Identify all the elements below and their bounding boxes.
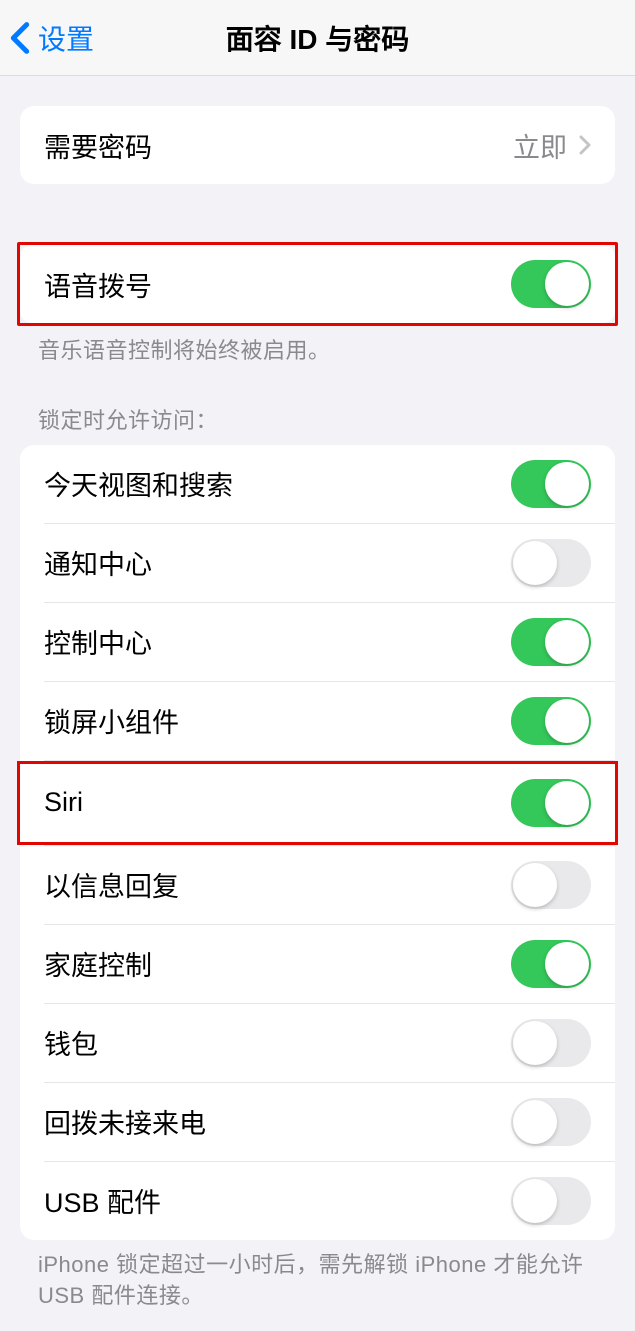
home-control-row: 家庭控制 (20, 925, 615, 1003)
require-passcode-value: 立即 (513, 126, 567, 165)
lock-access-group: 今天视图和搜索 通知中心 控制中心 锁屏小组件 (20, 445, 615, 1240)
usb-accessories-toggle[interactable] (511, 1177, 591, 1225)
chevron-left-icon (10, 21, 30, 55)
back-label: 设置 (38, 18, 94, 58)
return-missed-calls-label: 回拨未接来电 (44, 1102, 206, 1141)
today-view-row: 今天视图和搜索 (20, 445, 615, 523)
notification-center-row: 通知中心 (20, 524, 615, 602)
voice-dial-footer: 音乐语音控制将始终被启用。 (0, 326, 635, 367)
notification-center-label: 通知中心 (44, 543, 152, 582)
lock-screen-widgets-toggle[interactable] (511, 697, 591, 745)
lock-access-header: 锁定时允许访问： (0, 403, 635, 445)
wallet-toggle[interactable] (511, 1019, 591, 1067)
back-button[interactable]: 设置 (10, 18, 94, 58)
today-view-toggle[interactable] (511, 460, 591, 508)
control-center-toggle[interactable] (511, 618, 591, 666)
usb-accessories-footer: iPhone 锁定超过一小时后，需先解锁 iPhone 才能允许 USB 配件连… (0, 1240, 635, 1312)
today-view-label: 今天视图和搜索 (44, 464, 233, 503)
navigation-bar: 设置 面容 ID 与密码 (0, 0, 635, 76)
wallet-row: 钱包 (20, 1004, 615, 1082)
require-passcode-row[interactable]: 需要密码 立即 (20, 106, 615, 184)
voice-dial-label: 语音拨号 (44, 265, 152, 304)
usb-accessories-label: USB 配件 (44, 1181, 161, 1220)
voice-dial-row: 语音拨号 (20, 245, 615, 323)
home-control-label: 家庭控制 (44, 944, 152, 983)
lock-screen-widgets-row: 锁屏小组件 (20, 682, 615, 760)
reply-with-message-label: 以信息回复 (44, 865, 179, 904)
return-missed-calls-row: 回拨未接来电 (20, 1083, 615, 1161)
require-passcode-label: 需要密码 (44, 126, 152, 165)
usb-accessories-row: USB 配件 (20, 1162, 615, 1240)
siri-highlight: Siri (20, 761, 615, 845)
reply-with-message-row: 以信息回复 (20, 846, 615, 924)
notification-center-toggle[interactable] (511, 539, 591, 587)
page-title: 面容 ID 与密码 (226, 18, 410, 58)
voice-dial-toggle[interactable] (511, 260, 591, 308)
siri-toggle[interactable] (511, 779, 591, 827)
control-center-row: 控制中心 (20, 603, 615, 681)
return-missed-calls-toggle[interactable] (511, 1098, 591, 1146)
control-center-label: 控制中心 (44, 622, 152, 661)
lock-screen-widgets-label: 锁屏小组件 (44, 701, 179, 740)
chevron-right-icon (579, 135, 591, 155)
reply-with-message-toggle[interactable] (511, 861, 591, 909)
wallet-label: 钱包 (44, 1023, 98, 1062)
siri-label: Siri (44, 787, 83, 818)
home-control-toggle[interactable] (511, 940, 591, 988)
voice-dial-highlight: 语音拨号 (17, 242, 618, 326)
siri-row: Siri (20, 764, 615, 842)
